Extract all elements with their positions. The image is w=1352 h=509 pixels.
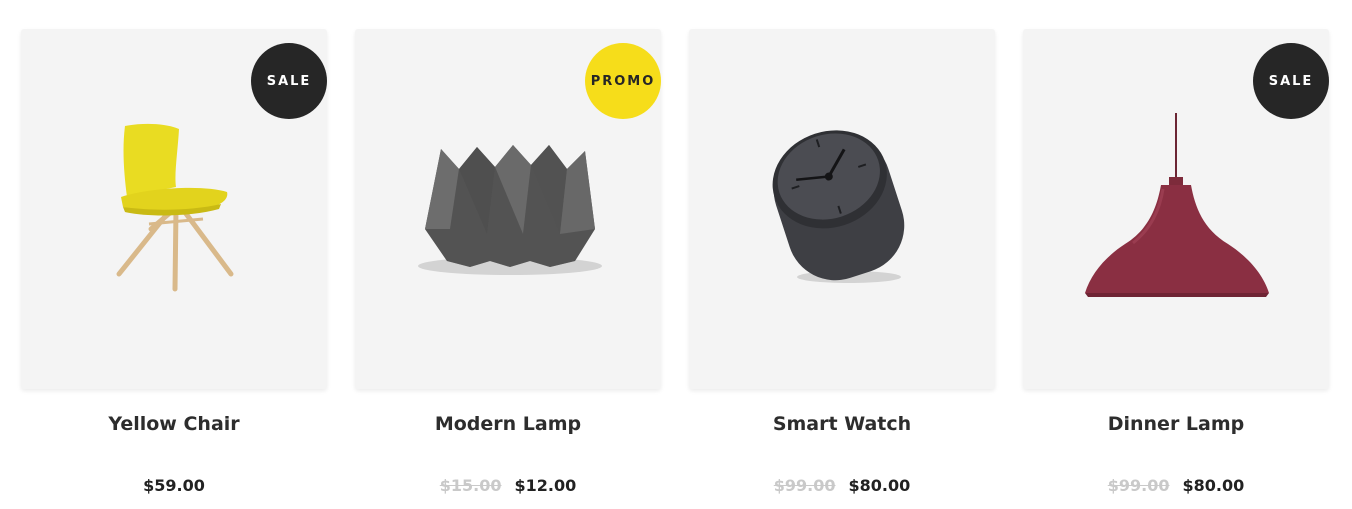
product-image-link[interactable]: SALE <box>21 29 327 389</box>
table-clock-image <box>772 130 905 283</box>
product-card: Smart Watch $99.00 $80.00 <box>689 29 995 495</box>
current-price: $59.00 <box>143 476 205 495</box>
price-row: $15.00 $12.00 <box>355 476 661 495</box>
current-price: $80.00 <box>1182 476 1245 495</box>
product-card: PROMO Modern Lamp $15.00 $12.00 <box>355 29 661 495</box>
sale-badge: SALE <box>251 43 327 119</box>
promo-badge: PROMO <box>585 43 661 119</box>
product-image-link[interactable]: PROMO <box>355 29 661 389</box>
price-row: $99.00 $80.00 <box>1023 476 1329 495</box>
product-title[interactable]: Modern Lamp <box>355 413 661 435</box>
product-title[interactable]: Dinner Lamp <box>1023 413 1329 435</box>
current-price: $12.00 <box>514 476 577 495</box>
product-title[interactable]: Yellow Chair <box>21 413 327 435</box>
current-price: $80.00 <box>848 476 911 495</box>
price-row: $59.00 <box>21 476 327 495</box>
old-price: $99.00 <box>1107 476 1170 495</box>
sale-badge: SALE <box>1253 43 1329 119</box>
product-card: SALE Yellow Chair $59.00 <box>21 29 327 495</box>
product-card: SALE Dinner Lamp $99.00 $80.00 <box>1023 29 1329 495</box>
old-price: $99.00 <box>773 476 836 495</box>
product-grid: SALE Yellow Chair $59.00 PROMO Modern La… <box>21 29 1329 495</box>
price-row: $99.00 $80.00 <box>689 476 995 495</box>
product-image-link[interactable]: SALE <box>1023 29 1329 389</box>
product-image-link[interactable] <box>689 29 995 389</box>
product-title[interactable]: Smart Watch <box>689 413 995 435</box>
old-price: $15.00 <box>439 476 502 495</box>
